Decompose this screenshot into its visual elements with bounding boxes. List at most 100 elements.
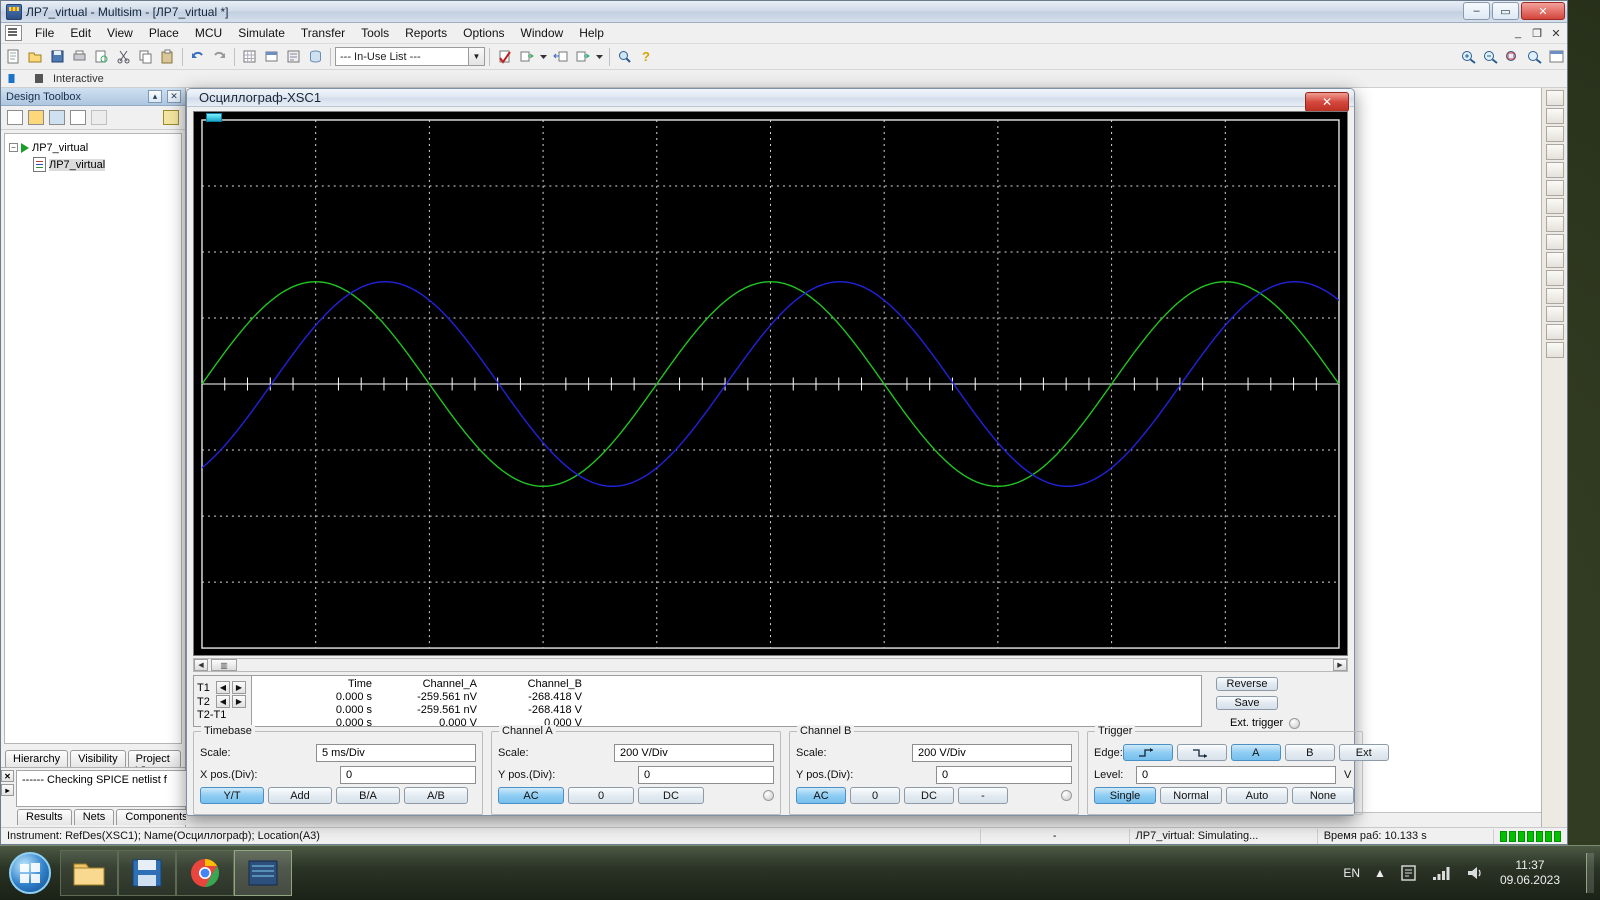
palette-button-3[interactable] xyxy=(1546,126,1564,142)
find-icon[interactable] xyxy=(614,46,635,67)
tree-node-root[interactable]: − ЛР7_virtual xyxy=(9,139,177,156)
zoom-area-icon[interactable] xyxy=(1502,46,1523,67)
taskbar-explorer-button[interactable] xyxy=(60,850,118,896)
menu-place[interactable]: Place xyxy=(141,23,187,43)
back-annotate-icon[interactable] xyxy=(550,46,571,67)
design-toolbox-toolbar[interactable] xyxy=(1,106,185,130)
paste-icon[interactable] xyxy=(157,46,178,67)
print-preview-icon[interactable] xyxy=(91,46,112,67)
channel-b-coupling-buttons[interactable]: AC 0 DC - xyxy=(796,787,1072,804)
help-icon[interactable]: ? xyxy=(636,46,657,67)
cursor-t2-right-button[interactable]: ▶ xyxy=(232,695,246,708)
taskbar-chrome-button[interactable] xyxy=(176,850,234,896)
cursor-t1-handle[interactable] xyxy=(206,113,222,122)
channel-b-coupling-0[interactable]: 0 xyxy=(850,787,900,804)
trigger-edge-falling-icon[interactable] xyxy=(1177,744,1227,761)
timeline-scroll-left-icon[interactable]: ◀ xyxy=(194,659,208,671)
trigger-mode-auto[interactable]: Auto xyxy=(1226,787,1288,804)
taskbar[interactable]: EN ▲ 11:37 09.06.2023 xyxy=(0,845,1600,900)
close-button[interactable]: ✕ xyxy=(1521,2,1565,20)
expand-collapse-icon[interactable]: − xyxy=(9,143,18,152)
spice-close-button[interactable]: ✕ xyxy=(1,770,14,782)
palette-button-9[interactable] xyxy=(1546,234,1564,250)
channel-b-ypos-input[interactable]: 0 xyxy=(936,766,1072,784)
tab-components[interactable]: Components xyxy=(116,809,196,825)
export-icon[interactable] xyxy=(516,46,537,67)
language-indicator[interactable]: EN xyxy=(1343,866,1360,880)
table-icon[interactable] xyxy=(261,46,282,67)
timeline-scroll-thumb[interactable]: ▥ xyxy=(211,659,237,671)
new-file-icon[interactable] xyxy=(3,46,24,67)
oscilloscope-dialog[interactable]: Осциллограф-XSC1 ✕ xyxy=(186,88,1355,816)
trigger-edge-buttons[interactable]: A B Ext xyxy=(1123,744,1389,761)
cursor-markers[interactable]: T1 ◀ ▶ T2 ◀ ▶ T2-T1 xyxy=(193,675,251,727)
palette-button-6[interactable] xyxy=(1546,180,1564,196)
palette-button-14[interactable] xyxy=(1546,324,1564,340)
channel-a-coupling-ac[interactable]: AC xyxy=(498,787,564,804)
save-button[interactable]: Save xyxy=(1216,696,1278,710)
tab-hierarchy[interactable]: Hierarchy xyxy=(5,750,68,767)
channel-a-coupling-buttons[interactable]: AC 0 DC xyxy=(498,787,774,804)
mdi-restore-button[interactable]: ❐ xyxy=(1529,26,1545,40)
spice-expand-button[interactable]: ▸ xyxy=(1,784,14,796)
timebase-mode-ab[interactable]: A/B xyxy=(404,787,468,804)
tab-results[interactable]: Results xyxy=(17,809,72,825)
mdi-window-controls[interactable]: _ ❐ ✕ xyxy=(1510,26,1564,40)
undo-icon[interactable] xyxy=(187,46,208,67)
timeline-scroll-right-icon[interactable]: ▶ xyxy=(1333,659,1347,671)
tab-nets[interactable]: Nets xyxy=(74,809,115,825)
palette-button-12[interactable] xyxy=(1546,288,1564,304)
reverse-button[interactable]: Reverse xyxy=(1216,677,1278,691)
design-toolbox-collapse-button[interactable]: ▴ xyxy=(148,90,162,103)
palette-button-13[interactable] xyxy=(1546,306,1564,322)
palette-button-7[interactable] xyxy=(1546,198,1564,214)
cursor-t2-row[interactable]: T2 ◀ ▶ xyxy=(197,695,251,708)
menu-options[interactable]: Options xyxy=(455,23,512,43)
palette-button-5[interactable] xyxy=(1546,162,1564,178)
palette-button-8[interactable] xyxy=(1546,216,1564,232)
database-icon[interactable] xyxy=(305,46,326,67)
design-toolbox-tabs[interactable]: Hierarchy Visibility Project View xyxy=(1,747,185,767)
menu-window[interactable]: Window xyxy=(513,23,572,43)
channel-a-scale-input[interactable]: 200 V/Div xyxy=(614,744,774,762)
trigger-source-b[interactable]: B xyxy=(1285,744,1335,761)
ext-trigger-terminal-icon[interactable] xyxy=(1289,718,1300,729)
menu-view[interactable]: View xyxy=(99,23,141,43)
mdi-close-button[interactable]: ✕ xyxy=(1548,26,1564,40)
channel-a-terminal-icon[interactable] xyxy=(763,790,774,801)
tree-node-sheet[interactable]: ЛР7_virtual xyxy=(9,156,177,173)
channel-a-ypos-input[interactable]: 0 xyxy=(638,766,774,784)
menu-bar[interactable]: File Edit View Place MCU Simulate Transf… xyxy=(1,23,1567,44)
print-icon[interactable] xyxy=(69,46,90,67)
palette-button-10[interactable] xyxy=(1546,252,1564,268)
timebase-xpos-input[interactable]: 0 xyxy=(340,766,476,784)
menu-help[interactable]: Help xyxy=(571,23,612,43)
minimize-button[interactable]: – xyxy=(1463,2,1490,20)
palette-button-4[interactable] xyxy=(1546,144,1564,160)
menu-simulate[interactable]: Simulate xyxy=(230,23,293,43)
timebase-mode-ba[interactable]: B/A xyxy=(336,787,400,804)
trigger-level-input[interactable]: 0 xyxy=(1136,766,1336,784)
taskbar-multisim-button[interactable] xyxy=(234,850,292,896)
spice-tabs[interactable]: Results Nets Components xyxy=(14,809,197,827)
menu-reports[interactable]: Reports xyxy=(397,23,455,43)
zoom-in-icon[interactable] xyxy=(1458,46,1479,67)
palette-button-15[interactable] xyxy=(1546,342,1564,358)
channel-b-terminal-icon[interactable] xyxy=(1061,790,1072,801)
menu-transfer[interactable]: Transfer xyxy=(293,23,353,43)
menu-mcu[interactable]: MCU xyxy=(187,23,230,43)
channel-b-coupling-ac[interactable]: AC xyxy=(796,787,846,804)
forward-annotate-caret-icon[interactable] xyxy=(594,46,605,67)
clock[interactable]: 11:37 09.06.2023 xyxy=(1500,858,1572,888)
palette-button-11[interactable] xyxy=(1546,270,1564,286)
properties-icon[interactable] xyxy=(283,46,304,67)
new-design-icon[interactable] xyxy=(7,110,23,125)
copy-icon[interactable] xyxy=(135,46,156,67)
timebase-mode-add[interactable]: Add xyxy=(268,787,332,804)
component-tool-palette[interactable] xyxy=(1541,88,1567,827)
trigger-mode-normal[interactable]: Normal xyxy=(1160,787,1222,804)
window-controls[interactable]: – ▭ ✕ xyxy=(1463,2,1565,20)
design-tree[interactable]: − ЛР7_virtual ЛР7_virtual xyxy=(4,133,182,744)
menu-edit[interactable]: Edit xyxy=(62,23,99,43)
cursor-t1-left-button[interactable]: ◀ xyxy=(216,681,230,694)
